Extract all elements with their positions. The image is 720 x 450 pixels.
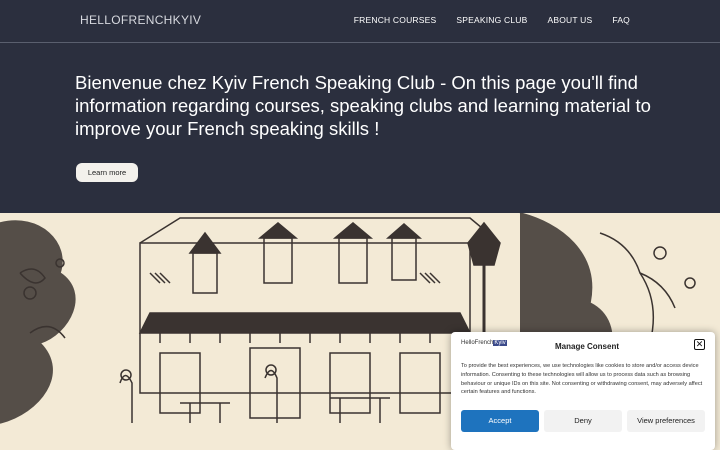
consent-logo-highlight: Kyiv: [493, 340, 507, 346]
site-header: HELLOFRENCHKYIV FRENCH COURSES SPEAKING …: [0, 0, 720, 43]
consent-logo: HelloFrenchKyiv: [461, 340, 507, 346]
main-nav: FRENCH COURSES SPEAKING CLUB ABOUT US FA…: [354, 15, 630, 25]
cookie-consent-dialog: HelloFrenchKyiv Manage Consent ✕ To prov…: [451, 332, 715, 450]
deny-button[interactable]: Deny: [544, 410, 622, 432]
learn-more-button[interactable]: Learn more: [76, 163, 138, 182]
site-brand[interactable]: HELLOFRENCHKYIV: [80, 13, 201, 27]
nav-about-us[interactable]: ABOUT US: [547, 15, 592, 25]
consent-body-text: To provide the best experiences, we use …: [461, 363, 703, 396]
consent-title: Manage Consent: [555, 342, 620, 351]
hero-text: Bienvenue chez Kyiv French Speaking Club…: [75, 72, 651, 139]
accept-button[interactable]: Accept: [461, 410, 539, 432]
nav-speaking-club[interactable]: SPEAKING CLUB: [456, 15, 527, 25]
hero-section: Bienvenue chez Kyiv French Speaking Club…: [0, 44, 720, 213]
consent-logo-text: HelloFrench: [461, 340, 494, 346]
nav-faq[interactable]: FAQ: [612, 15, 630, 25]
view-preferences-button[interactable]: View preferences: [627, 410, 705, 432]
close-icon[interactable]: ✕: [694, 339, 705, 350]
nav-french-courses[interactable]: FRENCH COURSES: [354, 15, 437, 25]
